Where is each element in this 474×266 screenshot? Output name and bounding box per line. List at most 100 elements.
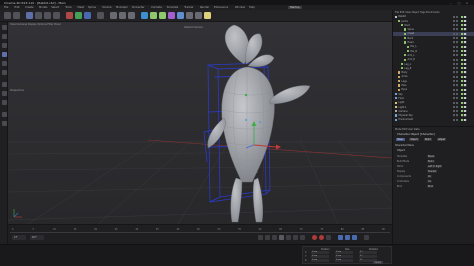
object-tags[interactable] bbox=[453, 67, 473, 70]
object-tags[interactable] bbox=[453, 49, 473, 53]
cloner-icon[interactable] bbox=[168, 12, 175, 19]
tweak-mode-icon[interactable] bbox=[1, 91, 7, 96]
object-row[interactable]: Ear_L bbox=[393, 45, 474, 48]
deformer-icon[interactable] bbox=[177, 12, 184, 19]
object-row[interactable]: Arm_L bbox=[393, 54, 474, 57]
floor-icon[interactable] bbox=[186, 12, 193, 19]
position-key-icon[interactable] bbox=[338, 235, 343, 240]
scale-icon[interactable] bbox=[44, 12, 51, 19]
menu-item-extensions[interactable]: Extensions bbox=[214, 6, 228, 9]
solo-icon[interactable] bbox=[1, 121, 7, 126]
render-view-icon[interactable] bbox=[110, 12, 117, 19]
object-manager-menu[interactable]: File Edit View Object Tags Bookmarks bbox=[395, 11, 440, 14]
polygons-mode-icon[interactable] bbox=[1, 70, 7, 75]
object-row[interactable]: Head bbox=[393, 41, 474, 44]
object-row[interactable]: Sky bbox=[393, 92, 474, 96]
object-row[interactable]: Root bbox=[393, 24, 474, 27]
object-row[interactable]: Arm_R bbox=[393, 58, 474, 61]
rotation-key-icon[interactable] bbox=[352, 235, 357, 240]
object-row[interactable]: Chest bbox=[393, 32, 474, 36]
redo-icon[interactable] bbox=[13, 12, 20, 19]
coord-size-field[interactable]: 0 cm bbox=[335, 255, 353, 258]
menu-item-window[interactable]: Window bbox=[235, 6, 245, 9]
model-mode-icon[interactable] bbox=[1, 34, 7, 39]
object-tags[interactable] bbox=[453, 45, 473, 48]
coord-rot-field[interactable]: 0 ° bbox=[359, 255, 377, 258]
go-to-start-icon[interactable] bbox=[258, 235, 263, 240]
viewport[interactable]: View Cameras Display Options Filter Pane… bbox=[8, 22, 392, 224]
go-to-end-icon[interactable] bbox=[300, 235, 305, 240]
pen-icon[interactable] bbox=[150, 12, 157, 19]
cube-icon[interactable] bbox=[141, 12, 148, 19]
light-icon[interactable] bbox=[204, 12, 211, 19]
object-row[interactable]: Leg_R bbox=[393, 67, 474, 70]
object-row[interactable]: Joints bbox=[393, 19, 474, 23]
live-selection-icon[interactable] bbox=[26, 12, 33, 19]
object-row[interactable]: Spine bbox=[393, 28, 474, 31]
menu-item-spline[interactable]: Spline bbox=[88, 6, 96, 9]
axis-mode-icon[interactable] bbox=[1, 82, 7, 87]
points-mode-icon[interactable] bbox=[1, 52, 7, 57]
workplane-icon[interactable] bbox=[1, 112, 7, 117]
menu-item-mograph[interactable]: MoGraph bbox=[116, 6, 128, 9]
object-row[interactable]: Legs bbox=[393, 80, 474, 83]
render-settings-icon[interactable] bbox=[128, 12, 135, 19]
attribute-field-value[interactable]: All bbox=[427, 175, 432, 178]
object-tags[interactable] bbox=[453, 88, 473, 91]
object-tags[interactable] bbox=[453, 80, 473, 83]
object-tags[interactable] bbox=[453, 75, 473, 78]
object-row[interactable]: Eyes bbox=[393, 88, 474, 91]
y-axis-icon[interactable] bbox=[75, 12, 82, 19]
menu-item-tools[interactable]: Tools bbox=[65, 6, 71, 9]
subdivision-icon[interactable] bbox=[159, 12, 166, 19]
object-row[interactable]: Ears bbox=[393, 84, 474, 87]
object-tags[interactable] bbox=[453, 71, 473, 74]
attribute-manager-menu[interactable]: Mode Edit User Data bbox=[395, 128, 420, 131]
menu-item-mesh[interactable]: Mesh bbox=[78, 6, 85, 9]
layout-tab-startup[interactable]: Startup bbox=[288, 5, 302, 10]
attribute-field-value[interactable]: Build bbox=[427, 160, 435, 163]
menu-item-select[interactable]: Select bbox=[51, 6, 59, 9]
key-selection-icon[interactable] bbox=[326, 235, 331, 240]
menu-item-create[interactable]: Create bbox=[25, 6, 34, 9]
coord-rot-field[interactable]: 0 ° bbox=[359, 251, 377, 254]
next-frame-icon[interactable] bbox=[286, 235, 291, 240]
attribute-field-value[interactable]: Left to Right bbox=[427, 165, 443, 168]
rotate-icon[interactable] bbox=[53, 12, 60, 19]
edges-mode-icon[interactable] bbox=[1, 61, 7, 66]
object-row[interactable]: Ear_R bbox=[393, 49, 474, 53]
autokey-icon[interactable] bbox=[319, 235, 324, 240]
record-keys-icon[interactable] bbox=[312, 235, 317, 240]
coord-size-field[interactable]: 0 cm bbox=[335, 259, 353, 262]
menu-item-help[interactable]: Help bbox=[249, 6, 255, 9]
timeline-settings-icon[interactable] bbox=[364, 235, 369, 240]
object-tags[interactable] bbox=[453, 41, 473, 44]
object-row[interactable]: Arms bbox=[393, 75, 474, 78]
attribute-tab-basic[interactable]: Basic bbox=[396, 138, 405, 142]
object-tags[interactable] bbox=[453, 97, 473, 100]
play-icon[interactable] bbox=[279, 235, 284, 240]
coord-size-field[interactable]: 0 cm bbox=[335, 251, 353, 254]
camera-icon[interactable] bbox=[195, 12, 202, 19]
coord-apply-button[interactable]: Apply bbox=[373, 261, 384, 264]
timeline[interactable]: 0 5 10 15 20 25 30 35 40 45 50 55 60 65 70 75 80 85 90 0 F… bbox=[8, 224, 392, 244]
viewport-canvas[interactable] bbox=[8, 22, 392, 224]
viewport-menu[interactable]: View Cameras Display Options Filter Pane… bbox=[10, 23, 61, 26]
object-tags[interactable] bbox=[453, 84, 473, 87]
object-tags[interactable] bbox=[453, 32, 473, 35]
attribute-tab-build[interactable]: Build bbox=[423, 138, 433, 142]
coord-pos-field[interactable]: 0 cm bbox=[311, 251, 329, 254]
scale-key-icon[interactable] bbox=[345, 235, 350, 240]
attribute-tab-object[interactable]: Object bbox=[409, 138, 420, 142]
maximize-icon[interactable]: □ bbox=[456, 1, 462, 5]
object-tags[interactable] bbox=[453, 92, 473, 96]
minimize-icon[interactable]: – bbox=[448, 1, 454, 5]
object-row[interactable]: Body bbox=[393, 71, 474, 74]
menu-item-simulate[interactable]: Simulate bbox=[167, 6, 178, 9]
object-tags[interactable] bbox=[453, 54, 473, 57]
attribute-field-value[interactable]: Shaded bbox=[427, 170, 438, 173]
coordinate-system-icon[interactable] bbox=[97, 12, 104, 19]
texture-mode-icon[interactable] bbox=[1, 43, 7, 48]
menu-item-volume[interactable]: Volume bbox=[102, 6, 112, 9]
object-row[interactable]: Leg_L bbox=[393, 62, 474, 66]
